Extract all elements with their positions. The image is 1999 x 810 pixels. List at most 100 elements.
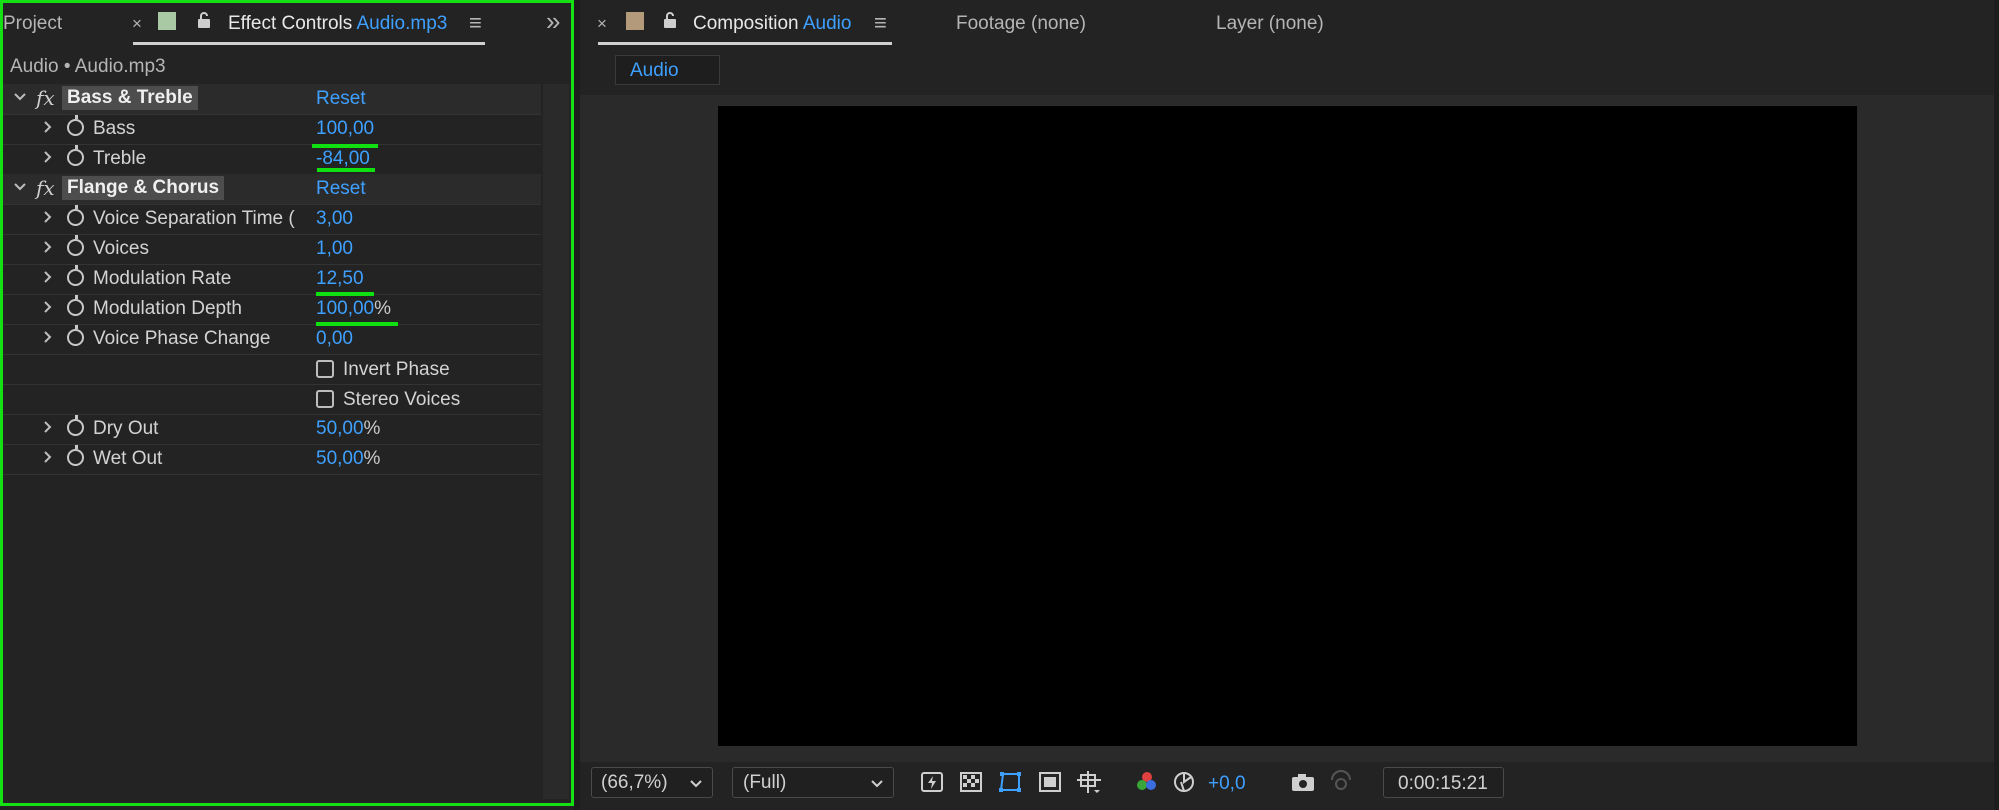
zoom-value: (66,7%)	[601, 772, 668, 793]
lock-icon[interactable]	[196, 11, 212, 35]
tab-effect-controls-label: Effect Controls	[228, 13, 353, 34]
param-row: Voices 1,00	[3, 234, 541, 265]
fx-icon: fx	[36, 86, 55, 110]
tab-layer[interactable]: Layer (none)	[1216, 13, 1324, 35]
color-channels-icon[interactable]	[1134, 770, 1160, 794]
chevron-down-icon	[870, 775, 884, 797]
param-value[interactable]: 1,00	[316, 238, 353, 260]
transparency-grid-icon[interactable]	[959, 770, 985, 794]
panel-overflow-icon[interactable]: »	[546, 6, 560, 37]
param-value[interactable]: 100,00	[316, 118, 374, 140]
stopwatch-icon[interactable]	[67, 265, 84, 286]
chevron-down-icon[interactable]	[13, 180, 27, 194]
fast-preview-icon[interactable]	[920, 770, 946, 794]
show-snapshot-icon[interactable]	[1328, 770, 1354, 794]
breadcrumb: Audio • Audio.mp3	[10, 56, 166, 77]
param-label: Bass	[93, 118, 136, 139]
grid-guides-icon[interactable]	[1076, 770, 1102, 794]
checkbox-row: Stereo Voices	[3, 384, 541, 415]
tab-effect-controls-file: Audio.mp3	[356, 13, 448, 34]
param-row: Bass 100,00	[3, 114, 541, 145]
chevron-right-icon[interactable]	[41, 300, 55, 314]
tab-footage[interactable]: Footage (none)	[956, 13, 1086, 35]
param-value[interactable]: 3,00	[316, 208, 353, 230]
chevron-right-icon[interactable]	[41, 150, 55, 164]
param-label: Voice Phase Change	[93, 328, 271, 349]
stopwatch-icon[interactable]	[67, 235, 84, 256]
effect-name: Bass & Treble	[62, 86, 198, 110]
close-tab-icon[interactable]: ×	[597, 14, 607, 34]
region-of-interest-icon[interactable]	[1038, 770, 1064, 794]
param-unit: %	[363, 418, 381, 439]
chevron-down-icon[interactable]	[13, 90, 27, 104]
param-value[interactable]: 100,00	[316, 298, 374, 319]
tab-composition-label: Composition	[693, 13, 799, 34]
tab-project[interactable]: Project	[3, 13, 62, 35]
timecode-value: 0:00:15:21	[1398, 773, 1488, 794]
snapshot-camera-icon[interactable]	[1290, 770, 1316, 794]
reset-button[interactable]: Reset	[316, 178, 366, 200]
stereo-voices-checkbox[interactable]	[316, 390, 334, 408]
chevron-right-icon[interactable]	[41, 210, 55, 224]
stopwatch-icon[interactable]	[67, 205, 84, 226]
param-value-group: 50,00%	[316, 418, 380, 440]
tab-effect-controls[interactable]: Effect Controls Audio.mp3	[228, 13, 447, 35]
param-value[interactable]: 0,00	[316, 328, 353, 350]
exposure-value[interactable]: +0,0	[1208, 773, 1246, 795]
stopwatch-icon[interactable]	[67, 445, 84, 466]
param-row: Voice Phase Change 0,00	[3, 324, 541, 355]
chevron-right-icon[interactable]	[41, 120, 55, 134]
param-row: Modulation Rate 12,50	[3, 264, 541, 295]
resolution-value: (Full)	[743, 772, 787, 793]
comp-navigator-label: Audio	[630, 60, 679, 81]
checkbox-row: Invert Phase	[3, 354, 541, 385]
stopwatch-icon[interactable]	[67, 145, 84, 166]
param-label: Voice Separation Time (	[93, 208, 295, 229]
invert-phase-checkbox[interactable]	[316, 360, 334, 378]
active-tab-underline	[598, 42, 892, 45]
label-color-swatch[interactable]	[158, 12, 176, 30]
effect-controls-panel: Project × Effect Controls Audio.mp3 ≡ » …	[0, 0, 574, 810]
timecode-field[interactable]: 0:00:15:21	[1383, 767, 1504, 798]
chevron-right-icon[interactable]	[41, 330, 55, 344]
zoom-dropdown[interactable]: (66,7%)	[591, 767, 713, 798]
composition-canvas[interactable]	[718, 106, 1857, 746]
param-value[interactable]: -84,00	[316, 148, 370, 170]
param-row: Voice Separation Time ( 3,00	[3, 204, 541, 235]
mask-path-icon[interactable]	[998, 770, 1024, 794]
param-label: Dry Out	[93, 418, 159, 439]
scrollbar-track[interactable]	[543, 84, 569, 799]
param-value[interactable]: 50,00	[316, 418, 364, 439]
param-label: Modulation Rate	[93, 268, 232, 289]
chevron-right-icon[interactable]	[41, 270, 55, 284]
label-color-swatch[interactable]	[626, 12, 644, 30]
panel-menu-icon[interactable]: ≡	[874, 10, 887, 36]
tab-composition[interactable]: Composition Audio	[693, 13, 851, 35]
comp-navigator-tab[interactable]: Audio	[615, 55, 720, 85]
stopwatch-icon[interactable]	[67, 115, 84, 136]
param-label: Modulation Depth	[93, 298, 242, 319]
close-tab-icon[interactable]: ×	[132, 14, 142, 34]
stopwatch-icon[interactable]	[67, 295, 84, 316]
param-row: Treble -84,00	[3, 144, 541, 175]
chevron-right-icon[interactable]	[41, 450, 55, 464]
chevron-right-icon[interactable]	[41, 240, 55, 254]
param-label: Wet Out	[93, 448, 163, 469]
fx-icon: fx	[36, 176, 55, 200]
stopwatch-icon[interactable]	[67, 415, 84, 436]
param-value-group: 100,00%	[316, 298, 391, 320]
panel-menu-icon[interactable]: ≡	[469, 10, 482, 36]
checkbox-label: Invert Phase	[343, 359, 450, 380]
resolution-dropdown[interactable]: (Full)	[732, 767, 894, 798]
effect-header-flange-chorus[interactable]: fx Flange & Chorus Reset	[3, 174, 541, 205]
param-value-group: 50,00%	[316, 448, 380, 470]
effect-header-bass-treble[interactable]: fx Bass & Treble Reset	[3, 84, 541, 115]
chevron-right-icon[interactable]	[41, 420, 55, 434]
param-unit: %	[363, 448, 381, 469]
param-value[interactable]: 12,50	[316, 268, 364, 290]
reset-button[interactable]: Reset	[316, 88, 366, 110]
param-value[interactable]: 50,00	[316, 448, 364, 469]
lock-icon[interactable]	[662, 11, 678, 35]
exposure-reset-icon[interactable]	[1172, 770, 1198, 794]
stopwatch-icon[interactable]	[67, 325, 84, 346]
